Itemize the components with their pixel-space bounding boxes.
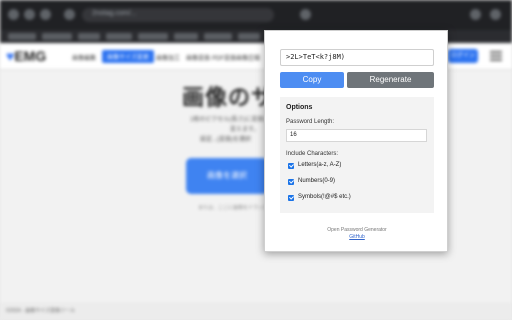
browser-toolbar: 2notag.com/... — [0, 0, 512, 30]
copy-button[interactable]: Copy — [280, 72, 344, 88]
letters-label: Letters(a-z, A-Z) — [298, 162, 342, 168]
bookmark-item[interactable] — [8, 33, 36, 40]
hero-text: 設定...(変換)を選択 — [200, 137, 251, 143]
github-link[interactable]: GitHub — [349, 234, 365, 240]
options-title: Options — [286, 104, 313, 111]
nav-item[interactable]: 画像変換 — [186, 53, 210, 62]
bookmark-item[interactable] — [42, 33, 72, 40]
password-length-input[interactable]: 16 — [286, 129, 427, 142]
password-length-label: Password Length: — [286, 119, 335, 125]
bookmark-item[interactable] — [174, 33, 198, 40]
bookmark-item[interactable] — [78, 33, 100, 40]
address-bar[interactable]: 2notag.com/... — [82, 8, 274, 22]
include-characters-label: Include Characters: — [286, 151, 339, 157]
back-icon[interactable] — [8, 9, 19, 20]
hero-text: 1枚のピクセル(長さ)に変換して — [190, 117, 276, 123]
forward-icon[interactable] — [24, 9, 35, 20]
password-output[interactable]: >2L>TeT<k?j8M) — [280, 49, 434, 66]
regenerate-button[interactable]: Regenerate — [347, 72, 434, 88]
profile-icon[interactable] — [470, 9, 481, 20]
nav-item[interactable]: 画像編集 — [72, 53, 96, 62]
menu-icon[interactable] — [490, 9, 501, 20]
password-generator-popup: >2L>TeT<k?j8M) Copy Regenerate Options P… — [264, 30, 448, 252]
drag-hint: または、ここに画像をドラッグ — [198, 205, 269, 211]
select-image-button[interactable]: 画像を選択 — [186, 158, 268, 194]
site-logo[interactable]: ♥EMG — [6, 48, 46, 64]
credit-text: Open Password Generator — [327, 227, 387, 233]
hero-text: 変えます。 — [230, 127, 260, 133]
header-button[interactable]: ログイン — [448, 49, 478, 63]
symbols-checkbox[interactable] — [288, 195, 294, 201]
reload-icon[interactable] — [40, 9, 51, 20]
bookmark-item[interactable] — [106, 33, 132, 40]
nav-item[interactable]: 画像加工 — [156, 53, 180, 62]
address-text: 2notag.com/... — [92, 10, 137, 17]
extension-icon[interactable] — [300, 9, 311, 20]
hamburger-icon[interactable] — [490, 51, 502, 61]
site-info-icon[interactable] — [64, 9, 75, 20]
symbols-label: Symbols(!@#$ etc.) — [298, 194, 351, 200]
github-link-wrap: GitHub — [265, 234, 449, 240]
nav-item[interactable]: 画像圧縮 — [236, 53, 260, 62]
bookmark-item[interactable] — [204, 33, 232, 40]
nav-item-active[interactable]: 画像サイズ変更 — [102, 50, 154, 63]
bookmark-item[interactable] — [138, 33, 168, 40]
bookmark-item[interactable] — [238, 33, 260, 40]
letters-checkbox[interactable] — [288, 163, 294, 169]
site-footer: ©2024 - 画像サイズ変換ツール — [0, 302, 512, 320]
options-panel: Options Password Length: 16 Include Char… — [280, 97, 434, 213]
nav-item[interactable]: PDF変換 — [212, 53, 236, 62]
numbers-checkbox[interactable] — [288, 179, 294, 185]
footer-text: ©2024 - 画像サイズ変換ツール — [6, 308, 76, 314]
numbers-label: Numbers(0-9) — [298, 178, 336, 184]
